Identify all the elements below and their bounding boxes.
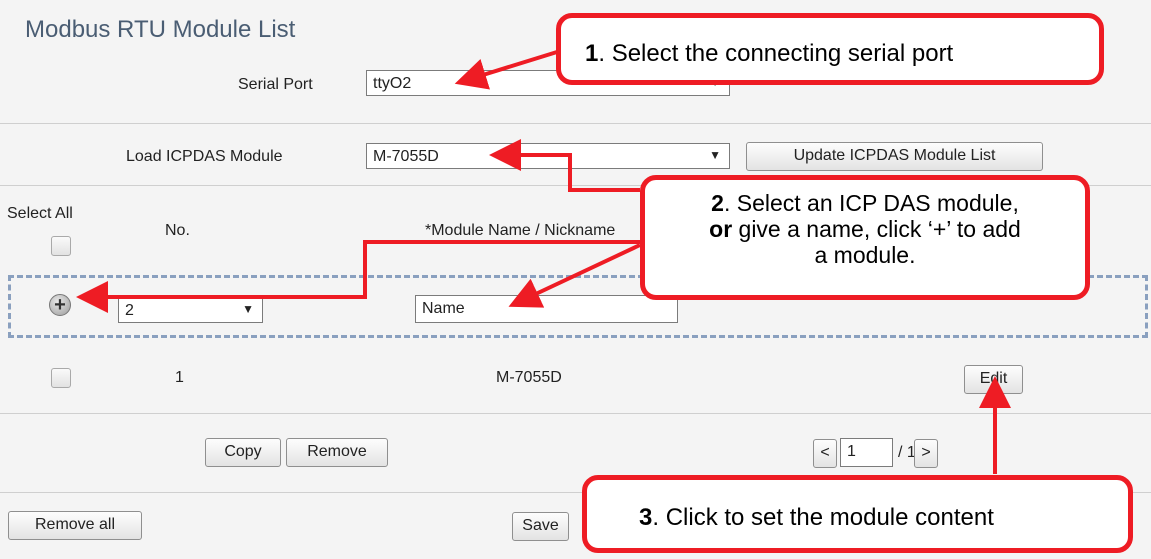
callout-3: 3. Click to set the module content <box>582 475 1133 553</box>
callout-2-arrow-name <box>508 243 641 308</box>
callout-2-arrow-module <box>489 139 640 192</box>
callout-1: 1. Select the connecting serial port <box>556 13 1104 85</box>
callout-1-arrow <box>454 50 558 90</box>
callout-2-line3: a module. <box>814 242 916 268</box>
callout-3-text: . Click to set the module content <box>652 504 994 531</box>
callout-3-number: 3 <box>639 504 653 531</box>
callout-2-or: or <box>709 216 733 242</box>
callout-2-line1: . Select an ICP DAS module, <box>723 190 1019 216</box>
callout-2-number: 2 <box>711 190 724 216</box>
callout-1-text: . Select the connecting serial port <box>598 40 954 67</box>
callout-2: 2. Select an ICP DAS module, or give a n… <box>640 175 1090 300</box>
callout-1-number: 1 <box>585 40 599 67</box>
callout-2-arrow-plus <box>76 240 640 313</box>
callout-2-line2: give a name, click ‘+’ to add <box>732 216 1021 242</box>
